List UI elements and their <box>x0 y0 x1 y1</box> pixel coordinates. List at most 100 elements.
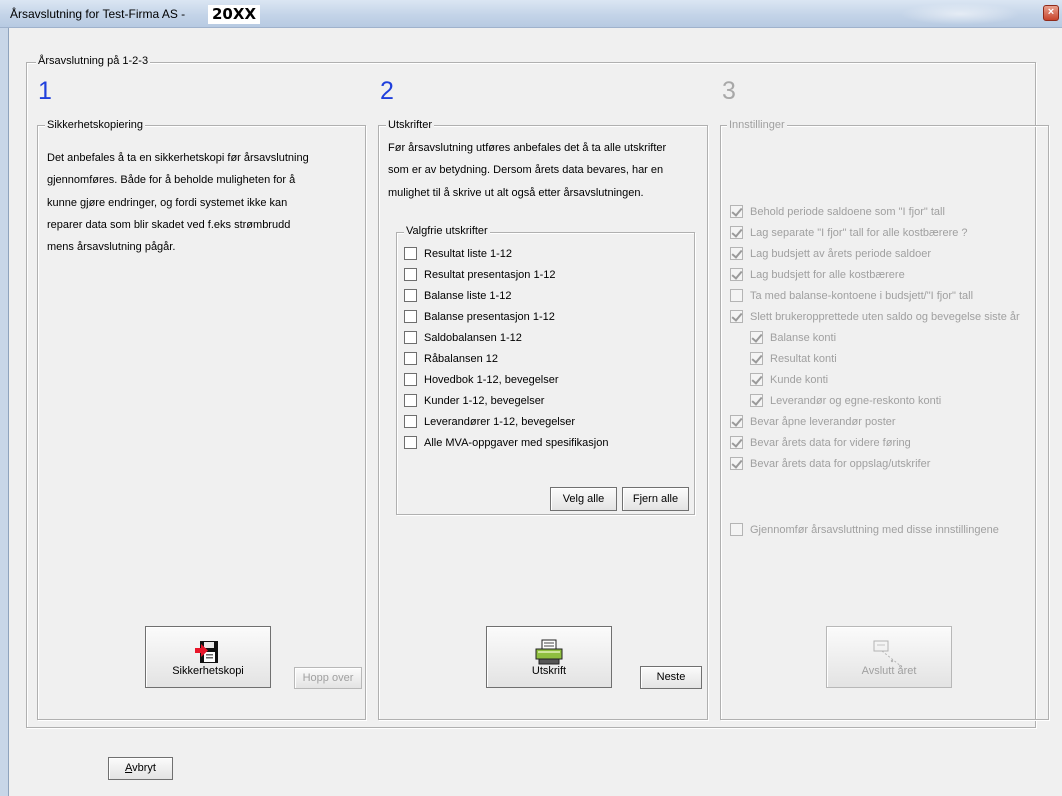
close-button[interactable]: × <box>1043 5 1059 21</box>
print-button-label: Utskrift <box>531 665 567 677</box>
floppy-disk-icon <box>195 639 221 668</box>
setting-row[interactable]: Leverandør og egne-reskonto konti <box>730 390 1020 411</box>
cancel-button[interactable]: Avbryt <box>108 757 173 780</box>
step-2-number: 2 <box>380 77 394 105</box>
report-checkbox-row[interactable]: Leverandører 1-12, bevegelser <box>404 411 608 432</box>
description-line: som er av betydning. Dersom årets data b… <box>388 164 664 177</box>
report-checkbox[interactable] <box>404 331 417 344</box>
description-line: gjennomføres. Både for å beholde mulighe… <box>47 174 296 187</box>
cancel-button-label: vbryt <box>132 762 156 774</box>
report-checkbox-row[interactable]: Balanse liste 1-12 <box>404 285 608 306</box>
setting-checkbox[interactable] <box>730 268 743 281</box>
setting-checkbox[interactable] <box>730 415 743 428</box>
title-bar-glow <box>900 3 1020 25</box>
window-frame-edge <box>8 28 9 796</box>
report-checkbox-row[interactable]: Alle MVA-oppgaver med spesifikasjon <box>404 432 608 453</box>
report-checkbox-row[interactable]: Balanse presentasjon 1-12 <box>404 306 608 327</box>
report-label: Resultat presentasjon 1-12 <box>424 268 556 281</box>
setting-label: Lag budsjett av årets periode saldoer <box>750 247 932 260</box>
settings-group-label: Innstillinger <box>727 119 787 131</box>
report-checkbox-row[interactable]: Råbalansen 12 <box>404 348 608 369</box>
window-title: Årsavslutning for Test-Firma AS - <box>10 7 186 21</box>
backup-description: Det anbefales å ta en sikkerhetskopi før… <box>47 147 309 258</box>
report-label: Hovedbok 1-12, bevegelser <box>424 373 559 386</box>
report-label: Balanse liste 1-12 <box>424 289 512 302</box>
setting-checkbox[interactable] <box>750 394 763 407</box>
setting-row[interactable]: Bevar årets data for videre føring <box>730 432 1020 453</box>
description-line: Før årsavslutning utføres anbefales det … <box>388 142 667 154</box>
confirm-settings-checkbox[interactable] <box>730 523 743 536</box>
report-checkbox[interactable] <box>404 415 417 428</box>
setting-row[interactable]: Behold periode saldoene som "I fjor" tal… <box>730 201 1020 222</box>
backup-button[interactable]: Sikkerhetskopi <box>145 626 271 688</box>
setting-checkbox[interactable] <box>730 289 743 302</box>
setting-row[interactable]: Slett brukeropprettede uten saldo og bev… <box>730 306 1020 327</box>
setting-checkbox[interactable] <box>750 331 763 344</box>
setting-checkbox[interactable] <box>750 352 763 365</box>
optional-reports-list: Resultat liste 1-12 Resultat presentasjo… <box>404 243 608 453</box>
setting-label: Leverandør og egne-reskonto konti <box>770 394 942 407</box>
skip-button[interactable]: Hopp over <box>294 667 362 689</box>
setting-row[interactable]: Kunde konti <box>730 369 1020 390</box>
setting-label: Balanse konti <box>770 331 837 344</box>
confirm-settings-row[interactable]: Gjennomfør årsavsluttning med disse inns… <box>730 519 999 540</box>
report-checkbox[interactable] <box>404 289 417 302</box>
settings-list: Behold periode saldoene som "I fjor" tal… <box>730 201 1020 474</box>
setting-row[interactable]: Lag budsjett for alle kostbærere <box>730 264 1020 285</box>
printer-icon <box>534 639 564 668</box>
report-checkbox[interactable] <box>404 394 417 407</box>
setting-checkbox[interactable] <box>730 310 743 323</box>
window-title-year: 20XX <box>208 5 261 24</box>
report-label: Alle MVA-oppgaver med spesifikasjon <box>424 436 609 449</box>
setting-label: Bevar årets data for videre føring <box>750 436 911 449</box>
description-line: reparer data som blir skadet ved f.eks s… <box>47 218 291 231</box>
select-all-button[interactable]: Velg alle <box>550 487 617 511</box>
description-line: mulighet til å skrive ut alt også etter … <box>388 186 644 199</box>
report-label: Råbalansen 12 <box>424 352 499 365</box>
reports-description: Før årsavslutning utføres anbefales det … <box>388 137 666 204</box>
setting-checkbox[interactable] <box>730 436 743 449</box>
setting-checkbox[interactable] <box>750 373 763 386</box>
confirm-settings-label: Gjennomfør årsavsluttning med disse inns… <box>750 523 999 536</box>
setting-label: Behold periode saldoene som "I fjor" tal… <box>750 205 945 218</box>
setting-label: Kunde konti <box>770 373 829 386</box>
setting-checkbox[interactable] <box>730 205 743 218</box>
backup-group-label: Sikkerhetskopiering <box>45 119 145 131</box>
report-checkbox[interactable] <box>404 352 417 365</box>
print-button[interactable]: Utskrift <box>486 626 612 688</box>
report-checkbox[interactable] <box>404 436 417 449</box>
report-checkbox-row[interactable]: Resultat liste 1-12 <box>404 243 608 264</box>
setting-row[interactable]: Lag budsjett av årets periode saldoer <box>730 243 1020 264</box>
main-group-label: Årsavslutning på 1-2-3 <box>36 55 151 67</box>
setting-row[interactable]: Balanse konti <box>730 327 1020 348</box>
setting-row[interactable]: Bevar åpne leverandør poster <box>730 411 1020 432</box>
setting-label: Lag budsjett for alle kostbærere <box>750 268 905 281</box>
report-label: Kunder 1-12, bevegelser <box>424 394 545 407</box>
report-checkbox[interactable] <box>404 247 417 260</box>
window-frame-left <box>0 28 8 796</box>
report-checkbox-row[interactable]: Saldobalansen 1-12 <box>404 327 608 348</box>
backup-button-label: Sikkerhetskopi <box>172 665 244 677</box>
report-label: Balanse presentasjon 1-12 <box>424 310 555 323</box>
finish-year-button[interactable]: Avslutt året <box>826 626 952 688</box>
report-checkbox-row[interactable]: Kunder 1-12, bevegelser <box>404 390 608 411</box>
report-checkbox-row[interactable]: Resultat presentasjon 1-12 <box>404 264 608 285</box>
setting-row[interactable]: Resultat konti <box>730 348 1020 369</box>
setting-row[interactable]: Ta med balanse-kontoene i budsjett/"I fj… <box>730 285 1020 306</box>
setting-checkbox[interactable] <box>730 457 743 470</box>
remove-all-button[interactable]: Fjern alle <box>622 487 689 511</box>
reports-group-label: Utskrifter <box>386 119 434 131</box>
setting-label: Slett brukeropprettede uten saldo og bev… <box>750 310 1020 323</box>
next-button[interactable]: Neste <box>640 666 702 689</box>
description-line: Det anbefales å ta en sikkerhetskopi før… <box>47 152 309 164</box>
report-checkbox-row[interactable]: Hovedbok 1-12, bevegelser <box>404 369 608 390</box>
setting-checkbox[interactable] <box>730 226 743 239</box>
finish-year-button-label: Avslutt året <box>861 665 917 677</box>
report-checkbox[interactable] <box>404 310 417 323</box>
report-checkbox[interactable] <box>404 268 417 281</box>
description-line: kunne gjøre endringer, og fordi systemet… <box>47 196 288 209</box>
setting-row[interactable]: Bevar årets data for oppslag/utskrifer <box>730 453 1020 474</box>
report-checkbox[interactable] <box>404 373 417 386</box>
setting-checkbox[interactable] <box>730 247 743 260</box>
setting-row[interactable]: Lag separate "I fjor" tall for alle kost… <box>730 222 1020 243</box>
